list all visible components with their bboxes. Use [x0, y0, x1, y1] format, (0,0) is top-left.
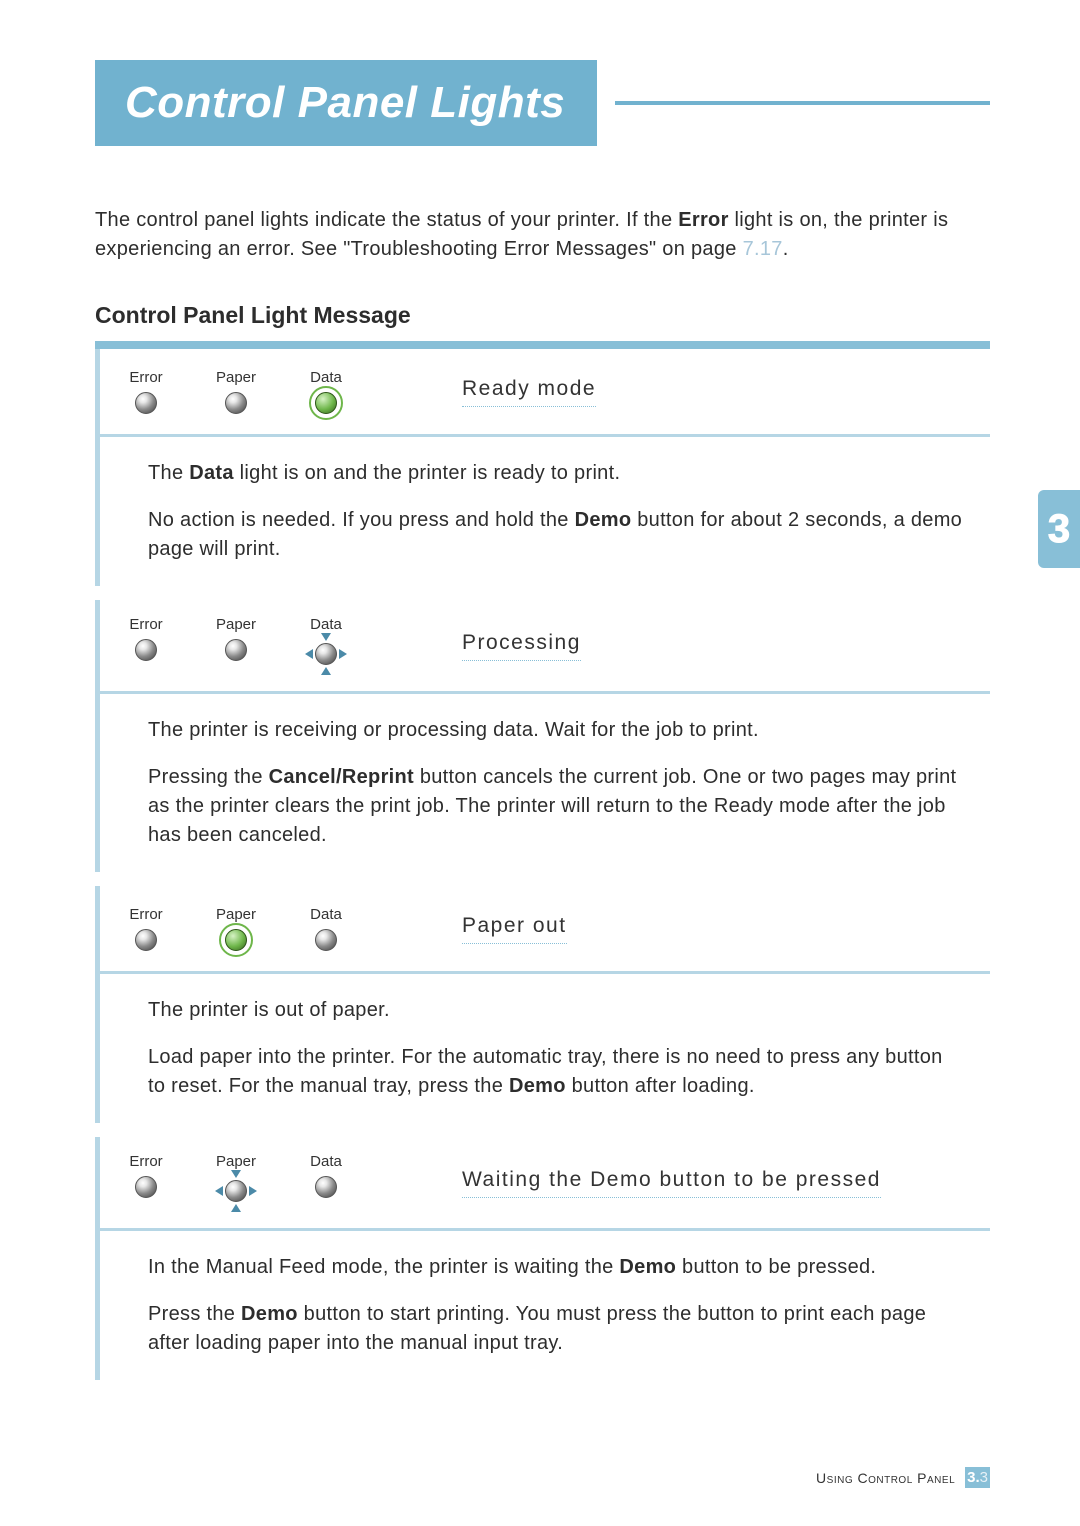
title-bar: Control Panel Lights	[95, 60, 990, 146]
section-stripe	[95, 341, 990, 349]
chapter-tab: 3	[1038, 490, 1080, 568]
paper-label: Paper	[216, 906, 256, 923]
message-block: Error Paper Data Ready mode The Data lig…	[95, 349, 990, 586]
error-light: Error	[120, 1153, 172, 1212]
error-light: Error	[120, 906, 172, 951]
paper-led-off-icon	[225, 639, 247, 661]
data-label: Data	[310, 369, 342, 386]
message-text: Pressing the Cancel/Reprint button cance…	[148, 763, 964, 850]
paper-light: Paper	[210, 1153, 262, 1212]
data-light: Data	[300, 616, 352, 675]
section-subtitle: Control Panel Light Message	[95, 302, 990, 329]
light-group: Error Paper Data	[120, 1153, 352, 1212]
error-label: Error	[129, 906, 162, 923]
error-light: Error	[120, 616, 172, 675]
paper-led-off-icon	[225, 392, 247, 414]
message-header: Error Paper Data Waiting the Demo button…	[100, 1137, 990, 1231]
data-led-on-icon	[315, 392, 337, 414]
paper-label: Paper	[216, 1153, 256, 1170]
footer-section: Using Control Panel	[816, 1470, 955, 1486]
data-led-off-icon	[315, 1176, 337, 1198]
intro-paragraph: The control panel lights indicate the st…	[95, 206, 990, 264]
message-text: Load paper into the printer. For the aut…	[148, 1043, 964, 1101]
message-text: The printer is out of paper.	[148, 996, 964, 1025]
mode-title: Paper out	[462, 914, 567, 944]
message-text: The Data light is on and the printer is …	[148, 459, 964, 488]
mode-title: Processing	[462, 631, 581, 661]
data-label: Data	[310, 616, 342, 633]
error-led-off-icon	[135, 929, 157, 951]
error-led-off-icon	[135, 392, 157, 414]
error-led-off-icon	[135, 1176, 157, 1198]
page-link[interactable]: 7.17	[743, 238, 783, 260]
data-label: Data	[310, 1153, 342, 1170]
paper-led-blink-icon	[215, 1170, 257, 1212]
mode-title: Ready mode	[462, 377, 596, 407]
mode-title: Waiting the Demo button to be pressed	[462, 1168, 881, 1198]
paper-led-on-icon	[225, 929, 247, 951]
message-header: Error Paper Data Paper out	[100, 886, 990, 974]
message-block: Error Paper Data Paper out The printer i…	[95, 886, 990, 1123]
message-body: The printer is receiving or processing d…	[100, 694, 990, 872]
message-block: Error Paper Data Waiting the Demo button…	[95, 1137, 990, 1380]
paper-label: Paper	[216, 616, 256, 633]
light-group: Error Paper Data	[120, 369, 352, 414]
message-body: The printer is out of paper. Load paper i…	[100, 974, 990, 1123]
footer-page: 3.3	[965, 1467, 990, 1488]
message-body: The Data light is on and the printer is …	[100, 437, 990, 586]
error-label: Error	[129, 369, 162, 386]
paper-light: Paper	[210, 906, 262, 951]
page-footer: Using Control Panel 3.3	[816, 1467, 990, 1488]
data-led-off-icon	[315, 929, 337, 951]
title-rule	[615, 101, 990, 105]
error-light: Error	[120, 369, 172, 414]
message-text: In the Manual Feed mode, the printer is …	[148, 1253, 964, 1282]
message-body: In the Manual Feed mode, the printer is …	[100, 1231, 990, 1380]
page-title: Control Panel Lights	[125, 78, 565, 128]
light-group: Error Paper Data	[120, 906, 352, 951]
light-group: Error Paper Data	[120, 616, 352, 675]
data-light: Data	[300, 906, 352, 951]
message-text: The printer is receiving or processing d…	[148, 716, 964, 745]
paper-label: Paper	[216, 369, 256, 386]
paper-light: Paper	[210, 369, 262, 414]
message-text: No action is needed. If you press and ho…	[148, 506, 964, 564]
data-light: Data	[300, 369, 352, 414]
error-led-off-icon	[135, 639, 157, 661]
message-header: Error Paper Data Ready mode	[100, 349, 990, 437]
chapter-number: 3	[1048, 507, 1070, 552]
error-label: Error	[129, 616, 162, 633]
error-label: Error	[129, 1153, 162, 1170]
title-box: Control Panel Lights	[95, 60, 597, 146]
data-label: Data	[310, 906, 342, 923]
paper-light: Paper	[210, 616, 262, 675]
data-led-blink-icon	[305, 633, 347, 675]
message-text: Press the Demo button to start printing.…	[148, 1300, 964, 1358]
message-block: Error Paper Data Processing The printer …	[95, 600, 990, 872]
data-light: Data	[300, 1153, 352, 1212]
message-header: Error Paper Data Processing	[100, 600, 990, 694]
